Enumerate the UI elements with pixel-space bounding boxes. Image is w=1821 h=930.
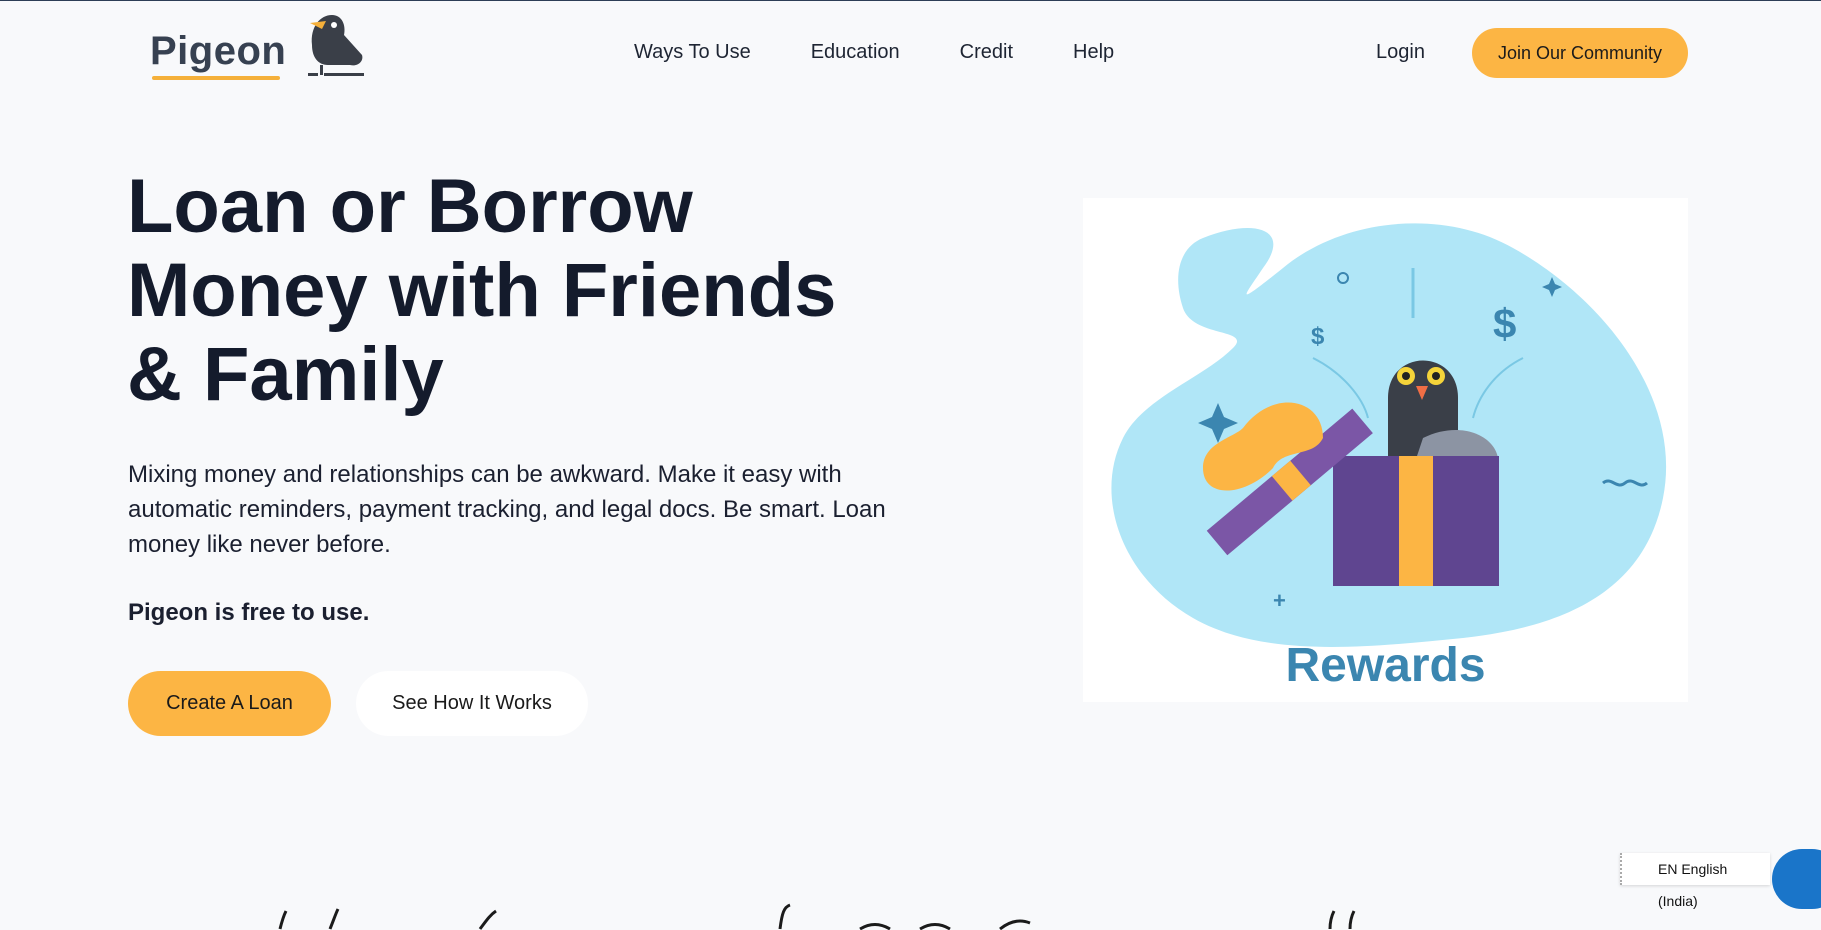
chat-widget-icon[interactable] [1772,849,1821,909]
pigeon-icon [308,15,364,76]
top-nav: Pigeon Ways To Use Education Credit Help… [0,1,1821,105]
language-selector[interactable]: EN English (India) [1620,853,1770,909]
hero-description: Mixing money and relationships can be aw… [128,461,886,558]
rewards-illustration: $ $ + Rewards [1083,198,1688,702]
nav-help[interactable]: Help [1073,41,1114,64]
logo-underline [152,76,280,80]
nav-ways-to-use[interactable]: Ways To Use [634,41,751,64]
cursive-heading-partial [278,903,1356,930]
nav-education[interactable]: Education [811,41,900,64]
join-community-button[interactable]: Join Our Community [1472,28,1688,78]
rewards-artwork: $ $ + [1111,223,1667,647]
pigeon-logo[interactable]: Pigeon [150,5,370,85]
logo-text: Pigeon [150,29,287,73]
hero-title: Loan or Borrow Money with Friends & Fami… [127,164,837,417]
main-nav-links: Ways To Use Education Credit Help [634,41,1174,64]
create-loan-button[interactable]: Create A Loan [128,671,331,736]
nav-credit[interactable]: Credit [960,41,1013,64]
dollar-small-icon: $ [1311,323,1325,350]
see-how-it-works-button[interactable]: See How It Works [356,671,588,736]
hero-free-note: Pigeon is free to use. [128,599,370,626]
dollar-icon: $ [1493,300,1516,347]
login-link[interactable]: Login [1376,41,1425,64]
svg-text:+: + [1273,588,1286,613]
rewards-label: Rewards [1285,639,1486,692]
